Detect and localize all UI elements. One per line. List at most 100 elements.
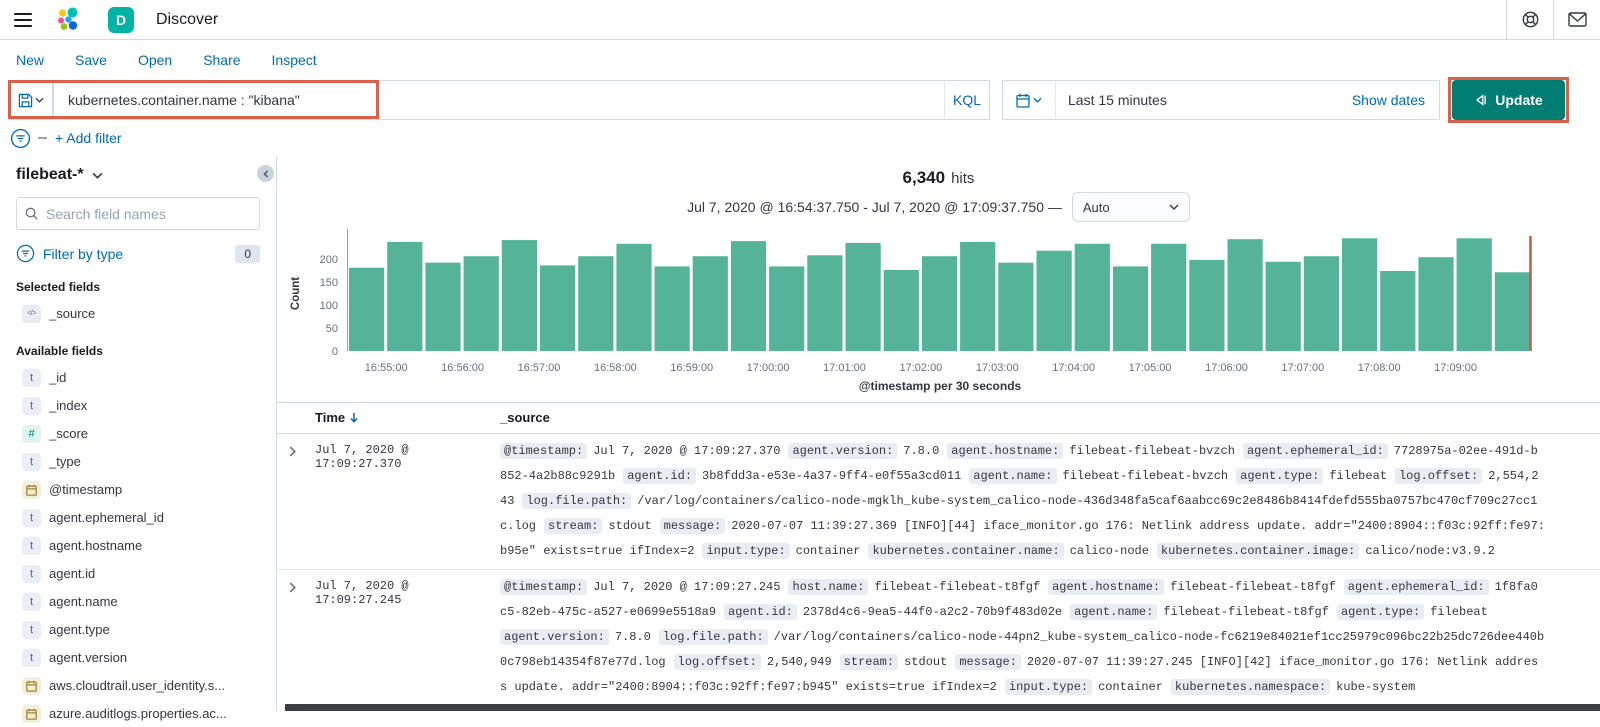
interval-select[interactable]: Auto [1071,192,1190,222]
field-key-badge[interactable]: agent.id: [724,604,797,620]
field-item-_score[interactable]: # _score [16,420,260,447]
saved-query-menu-button[interactable] [8,80,53,120]
field-value: kube-system [1336,680,1416,694]
field-search-input[interactable] [44,204,251,223]
field-key-badge[interactable]: agent.name: [969,468,1057,484]
field-key-badge[interactable]: kubernetes.container.name: [868,543,1064,559]
query-language-button[interactable]: KQL [944,81,989,119]
svg-text:17:00:00: 17:00:00 [747,362,790,374]
field-key-badge[interactable]: kubernetes.container.image: [1156,543,1360,559]
index-pattern-select[interactable]: filebeat-* [16,166,260,184]
discover-content: 6,340 hits Jul 7, 2020 @ 16:54:37.750 - J… [277,156,1600,711]
filter-by-type-button[interactable]: Filter by type [43,246,123,262]
documents-table: Time _source Jul 7, 2020 @ 17:09:27.370 @… [277,402,1600,711]
query-input[interactable]: kubernetes.container.name : "kibana" KQL [53,80,990,120]
date-picker: Last 15 minutes Show dates [1002,80,1440,120]
page-title: Discover [156,10,219,28]
field-name: _type [49,454,81,469]
histogram-chart[interactable]: 0 50 100 150 200 Count 16:55:00 16:56:00 16:57:0… [277,222,1600,394]
menu-item-save[interactable]: Save [75,52,107,68]
field-key-badge[interactable]: log.file.path: [522,493,632,509]
field-value: 3b8fdd3a-e53e-4a37-9ff4-e0f55a3cd011 [702,469,962,483]
field-type-string-icon: t [22,592,41,611]
collapse-sidebar-icon[interactable] [257,165,274,182]
add-filter-button[interactable]: + Add filter [55,130,122,146]
field-item-agent.name[interactable]: t agent.name [16,588,260,615]
svg-text:16:55:00: 16:55:00 [365,362,408,374]
update-button[interactable]: Update [1452,80,1565,120]
time-range-value[interactable]: Last 15 minutes [1056,92,1352,108]
svg-text:16:56:00: 16:56:00 [441,362,484,374]
field-item-_index[interactable]: t _index [16,392,260,419]
field-name: @timestamp [49,482,123,497]
field-key-badge[interactable]: agent.ephemeral_id: [1343,579,1489,595]
field-key-badge[interactable]: log.file.path: [658,629,768,645]
field-key-badge[interactable]: stream: [544,518,603,534]
field-key-badge[interactable]: agent.hostname: [1048,579,1165,595]
field-item-azure.auditlogs.properties.ac...[interactable]: azure.auditlogs.properties.ac... [16,700,260,727]
field-item-@timestamp[interactable]: @timestamp [16,476,260,503]
help-icon[interactable] [1507,0,1553,39]
field-value: filebeat-filebeat-bvzch [1069,444,1235,458]
menu-item-share[interactable]: Share [203,52,240,68]
histogram-bar [960,242,996,351]
field-key-badge[interactable]: message: [659,518,726,534]
field-key-badge[interactable]: agent.id: [623,468,697,484]
field-key-badge[interactable]: input.type: [1004,679,1093,695]
field-item-agent.version[interactable]: t agent.version [16,644,260,671]
field-item-_type[interactable]: t _type [16,448,260,475]
field-key-badge[interactable]: agent.version: [500,629,609,645]
field-item-agent.type[interactable]: t agent.type [16,616,260,643]
menu-item-open[interactable]: Open [138,52,172,68]
field-type-source-icon: </> [22,304,41,323]
field-key-badge[interactable]: agent.type: [1236,468,1324,484]
histogram-bar [349,267,385,351]
field-item-_id[interactable]: t _id [16,364,260,391]
save-query-icon [18,93,32,107]
selected-fields-heading: Selected fields [16,280,101,294]
field-value: 7.8.0 [903,444,940,458]
field-item-agent.id[interactable]: t agent.id [16,560,260,587]
field-key-badge[interactable]: message: [955,654,1021,670]
svg-text:Count: Count [290,277,302,310]
field-item-aws.cloudtrail.user_identity.s...[interactable]: aws.cloudtrail.user_identity.s... [16,672,260,699]
field-key-badge[interactable]: log.offset: [673,654,761,670]
field-key-badge[interactable]: kubernetes.namespace: [1170,679,1331,695]
field-key-badge[interactable]: host.name: [788,579,869,595]
field-type-number-icon: # [22,424,41,443]
expand-row-icon[interactable] [277,575,307,711]
field-key-badge[interactable]: stream: [839,654,899,670]
newsfeed-icon[interactable] [1554,0,1600,39]
field-item-_source[interactable]: </> _source [16,300,260,327]
histogram-bar [501,240,537,351]
column-header-time[interactable]: Time [315,410,359,425]
filter-circle-icon[interactable] [10,128,31,149]
field-key-badge[interactable]: agent.type: [1336,604,1425,620]
hamburger-menu-icon[interactable] [0,1,46,39]
expand-row-icon[interactable] [277,439,307,564]
quick-select-button[interactable] [1003,81,1056,119]
field-value: filebeat [1329,469,1387,483]
horizontal-scrollbar[interactable] [285,704,1600,711]
field-item-agent.hostname[interactable]: t agent.hostname [16,532,260,559]
field-key-badge[interactable]: @timestamp: [500,579,588,595]
show-dates-link[interactable]: Show dates [1352,92,1439,108]
histogram-bar [540,265,576,351]
field-key-badge[interactable]: agent.hostname: [947,443,1064,459]
svg-text:17:06:00: 17:06:00 [1205,362,1248,374]
svg-text:17:08:00: 17:08:00 [1358,362,1401,374]
menu-item-inspect[interactable]: Inspect [272,52,317,68]
field-item-agent.ephemeral_id[interactable]: t agent.ephemeral_id [16,504,260,531]
field-key-badge[interactable]: input.type: [702,543,790,559]
field-name: agent.type [49,622,110,637]
histogram-bar [578,256,614,351]
discover-app-badge[interactable]: D [108,6,134,33]
field-key-badge[interactable]: @timestamp: [500,443,588,459]
filter-bar: + Add filter [0,120,1600,156]
field-key-badge[interactable]: agent.name: [1070,604,1158,620]
field-key-badge[interactable]: agent.ephemeral_id: [1242,443,1388,459]
field-key-badge[interactable]: log.offset: [1394,468,1483,484]
column-header-source[interactable]: _source [500,410,550,425]
field-key-badge[interactable]: agent.version: [788,443,898,459]
menu-item-new[interactable]: New [16,52,44,68]
